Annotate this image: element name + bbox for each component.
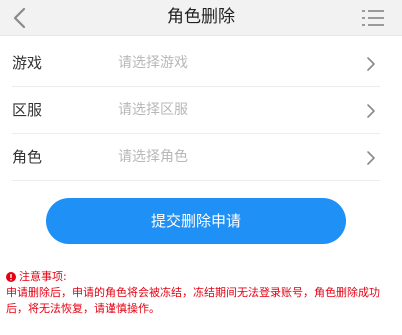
menu-button[interactable] <box>362 9 384 27</box>
page-title: 角色删除 <box>167 7 235 27</box>
chevron-right-icon <box>367 104 375 118</box>
alert-icon <box>6 271 16 282</box>
notice-title: 注意事项: <box>19 270 67 283</box>
server-label: 区服 <box>12 101 43 119</box>
top-bar: 角色删除 <box>0 0 402 36</box>
chevron-right-icon <box>367 151 375 165</box>
role-label: 角色 <box>12 148 43 166</box>
notice-section: 注意事项: 申请删除后，申请的角色将会被冻结，冻结期间无法登录账号，角色删除成功… <box>6 269 398 317</box>
chevron-right-icon <box>367 57 375 71</box>
game-label: 游戏 <box>12 54 43 72</box>
submit-delete-request-button[interactable]: 提交删除申请 <box>46 198 346 244</box>
select-role-row[interactable]: 角色 请选择角色 <box>12 134 380 181</box>
select-server-row[interactable]: 区服 请选择区服 <box>12 87 380 134</box>
server-select-placeholder[interactable]: 请选择区服 <box>118 87 188 134</box>
list-menu-icon <box>362 10 384 26</box>
role-select-placeholder[interactable]: 请选择角色 <box>118 134 188 181</box>
notice-text: 申请删除后，申请的角色将会被冻结，冻结期间无法登录账号，角色删除成功后，将无法恢… <box>6 286 380 315</box>
role-delete-form: 游戏 请选择游戏 区服 请选择区服 角色 请选择角色 <box>0 40 392 181</box>
game-select-placeholder[interactable]: 请选择游戏 <box>118 40 188 87</box>
select-game-row[interactable]: 游戏 请选择游戏 <box>12 40 380 87</box>
